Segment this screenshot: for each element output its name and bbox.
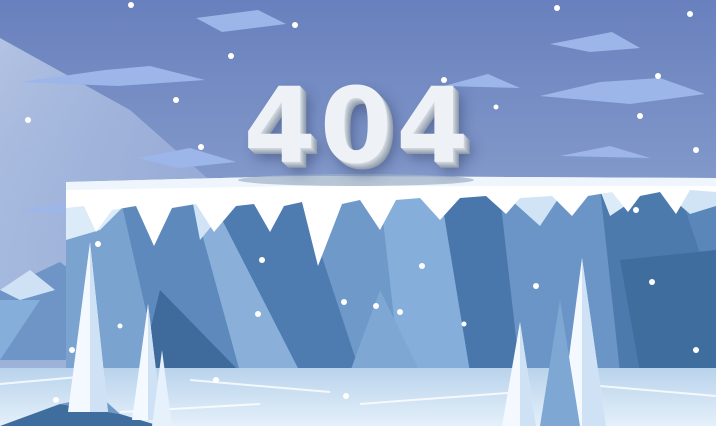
snowflake-icon [117,323,123,329]
winter-landscape-illustration [0,0,716,426]
snowflake-icon [213,377,219,383]
snowflake-icon [397,309,403,315]
snowflake-icon [419,263,425,269]
snowflake-icon [292,22,298,28]
snowflake-icon [228,53,234,59]
snowflake-icon [461,321,467,327]
snowflake-icon [128,2,134,8]
snowflake-icon [649,279,655,285]
snowflake-icon [259,257,265,263]
snowflake-icon [343,393,349,399]
snowflake-icon [373,303,379,309]
snowflake-icon [533,283,539,289]
snowflake-icon [693,347,699,353]
snowflake-icon [69,347,75,353]
error-404-scene: 404 [0,0,716,426]
snowflake-icon [554,5,560,11]
snowflake-icon [95,241,101,247]
snowflake-icon [341,299,347,305]
snowflake-icon [687,11,693,17]
snowflake-icon [53,397,59,403]
snowflake-icon [255,311,261,317]
error-code-404: 404 [243,65,473,187]
snowflake-icon [633,207,639,213]
